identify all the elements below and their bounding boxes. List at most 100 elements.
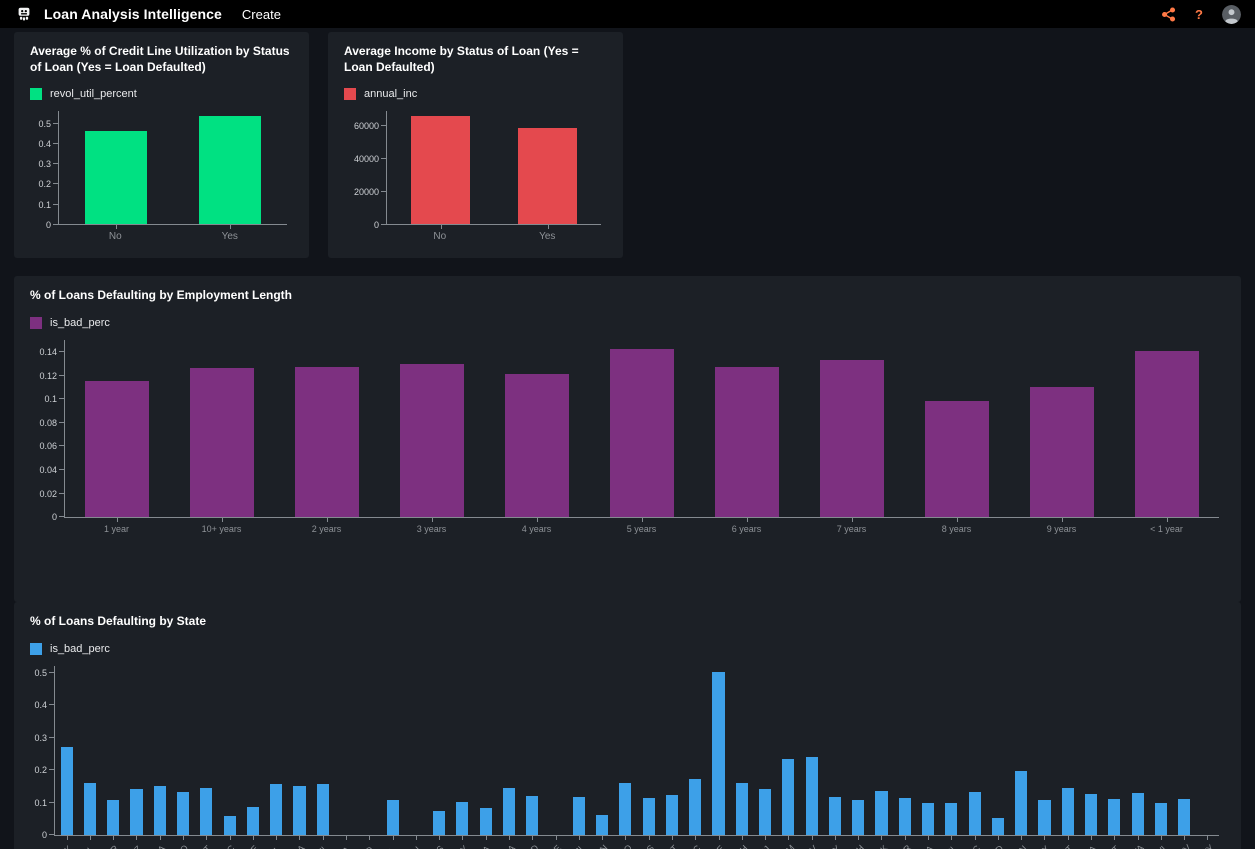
bar-NE[interactable] (712, 672, 724, 835)
bar-MD[interactable] (526, 796, 538, 835)
dashboard-title: Loan Analysis Intelligence (44, 6, 222, 22)
y-tick: 0.5 (53, 123, 58, 124)
bar-AL[interactable] (84, 783, 96, 835)
bar-7 years[interactable] (820, 360, 884, 517)
redash-robot-logo-icon[interactable] (14, 4, 34, 24)
bar-VT[interactable] (1108, 799, 1120, 835)
bar-5 years[interactable] (610, 349, 674, 517)
chart-title[interactable]: % of Loans Defaulting by Employment Leng… (30, 288, 1225, 304)
bar-MA[interactable] (503, 788, 515, 834)
bar-slot (544, 666, 567, 835)
bar-NJ[interactable] (759, 789, 771, 835)
x-axis-label: MD (520, 836, 543, 849)
bar-NY[interactable] (829, 797, 841, 835)
x-axis-label: CT (194, 836, 217, 849)
widget-row-top: Average % of Credit Line Utilization by … (14, 32, 1241, 258)
bar-4 years[interactable] (505, 374, 569, 517)
bar-slot (173, 111, 287, 224)
bar-FL[interactable] (270, 784, 282, 835)
chart-title[interactable]: Average % of Credit Line Utilization by … (30, 44, 293, 75)
bar-9 years[interactable] (1030, 387, 1094, 517)
widget-default-by-state: % of Loans Defaulting by State is_bad_pe… (14, 602, 1241, 849)
y-tick-label: 0.5 (38, 119, 51, 129)
bar-slot (241, 666, 264, 835)
bar-NM[interactable] (782, 759, 794, 835)
bar-1 year[interactable] (85, 381, 149, 517)
bar-slot (474, 666, 497, 835)
bar-6 years[interactable] (715, 367, 779, 517)
bar-CT[interactable] (200, 788, 212, 834)
bar-CO[interactable] (177, 792, 189, 834)
legend-swatch (344, 88, 356, 100)
bar-WA[interactable] (1132, 793, 1144, 835)
bar-3 years[interactable] (400, 364, 464, 516)
bar-OR[interactable] (899, 798, 911, 834)
bar-DC[interactable] (224, 816, 236, 834)
bar-AZ[interactable] (130, 789, 142, 835)
bar-NV[interactable] (806, 757, 818, 834)
x-axis-label: OH (846, 836, 869, 849)
y-tick-label: 20000 (354, 187, 379, 197)
bar-DE[interactable] (247, 807, 259, 835)
chart-title[interactable]: Average Income by Status of Loan (Yes = … (344, 44, 607, 75)
bar-< 1 year[interactable] (1135, 351, 1199, 516)
help-icon[interactable]: ? (1195, 7, 1203, 22)
bar-TX[interactable] (1038, 800, 1050, 834)
bar-2 years[interactable] (295, 367, 359, 517)
bar-AK[interactable] (61, 747, 73, 835)
bar-NH[interactable] (736, 783, 748, 835)
bar-HI[interactable] (317, 784, 329, 835)
chart-legend[interactable]: is_bad_perc (30, 643, 110, 655)
x-axis-label: NV (800, 836, 823, 849)
bar-MS[interactable] (643, 798, 655, 835)
bar-10+ years[interactable] (190, 368, 254, 517)
create-menu-item[interactable]: Create (242, 7, 281, 22)
chart-title[interactable]: % of Loans Defaulting by State (30, 614, 1225, 630)
bar-SD[interactable] (992, 818, 1004, 834)
bar-CA[interactable] (154, 786, 166, 835)
bar-No[interactable] (85, 131, 148, 224)
chart-legend[interactable]: annual_inc (344, 88, 417, 100)
bar-IL[interactable] (387, 800, 399, 835)
share-icon[interactable] (1161, 7, 1176, 22)
bar-PA[interactable] (922, 803, 934, 835)
bar-VA[interactable] (1085, 794, 1097, 834)
bar-UT[interactable] (1062, 788, 1074, 835)
user-avatar[interactable] (1222, 5, 1241, 24)
bar-SC[interactable] (969, 792, 981, 835)
bar-MT[interactable] (666, 795, 678, 835)
bar-Yes[interactable] (518, 128, 577, 225)
bar-KY[interactable] (456, 802, 468, 835)
bar-slot (1010, 666, 1033, 835)
bar-slot (404, 666, 427, 835)
x-axis-label: 7 years (799, 518, 904, 540)
chart-legend[interactable]: revol_util_percent (30, 88, 137, 100)
chart-legend[interactable]: is_bad_perc (30, 317, 110, 329)
x-axis-label: AR (101, 836, 124, 849)
bar-slot (521, 666, 544, 835)
bar-Yes[interactable] (199, 116, 262, 224)
bar-TN[interactable] (1015, 771, 1027, 835)
bar-OH[interactable] (852, 800, 864, 834)
bar-8 years[interactable] (925, 401, 989, 517)
bar-slot (1114, 340, 1219, 517)
bar-slot (753, 666, 776, 835)
x-axis-label: < 1 year (1114, 518, 1219, 540)
bar-GA[interactable] (293, 786, 305, 835)
bar-MN[interactable] (596, 815, 608, 835)
bar-MI[interactable] (573, 797, 585, 834)
bar-MO[interactable] (619, 783, 631, 834)
bar-No[interactable] (411, 116, 470, 224)
widget-default-by-employment-length: % of Loans Defaulting by Employment Leng… (14, 276, 1241, 602)
bar-OK[interactable] (875, 791, 887, 835)
bar-RI[interactable] (945, 803, 957, 834)
bar-KS[interactable] (433, 811, 445, 834)
bar-LA[interactable] (480, 808, 492, 835)
bar-NC[interactable] (689, 779, 701, 834)
bar-WV[interactable] (1178, 799, 1190, 835)
x-axis-label: NJ (753, 836, 776, 849)
x-axis-label: LA (473, 836, 496, 849)
x-axis-label: KY (450, 836, 473, 849)
bar-AR[interactable] (107, 800, 119, 835)
bar-WI[interactable] (1155, 803, 1167, 835)
